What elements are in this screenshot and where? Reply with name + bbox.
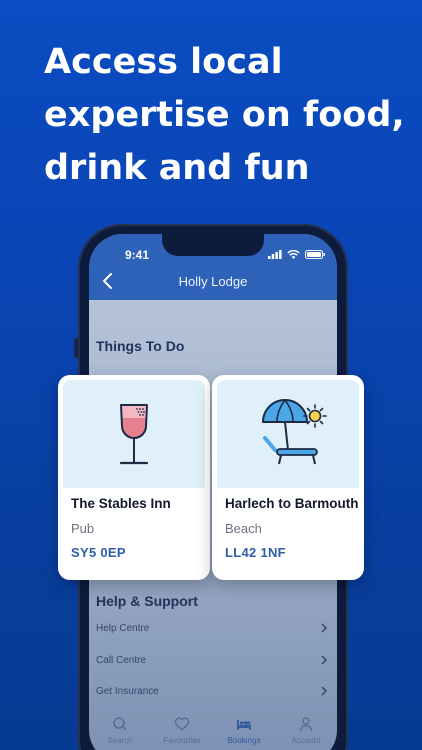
call-centre-label: Call Centre [96,654,147,666]
wifi-icon [287,250,300,259]
tab-bookings[interactable]: Bookings [214,716,274,750]
card-postcode: LL42 1NF [225,545,286,560]
chevron-right-icon [321,623,328,633]
phone-side-button [74,338,79,358]
place-card-stables-inn[interactable]: The Stables Inn Pub SY5 0EP [58,375,210,580]
card-title: The Stables Inn [71,496,171,511]
signal-icon [268,250,282,259]
card-type: Pub [71,521,95,536]
card-title: Harlech to Barmouth [225,496,359,511]
tab-favourites[interactable]: Favourites [152,716,212,750]
tab-bookings-label: Bookings [227,736,261,745]
app-header: 9:41 Holly Lodge [89,234,337,300]
help-support-title: Help & Support [96,593,198,609]
status-time: 9:41 [125,248,150,262]
help-centre-label: Help Centre [96,622,150,634]
tab-search[interactable]: Search [90,716,150,750]
headline: Access local expertise on food, drink an… [44,42,405,188]
app-title: Holly Lodge [178,274,248,289]
things-to-do-title: Things To Do [96,338,185,354]
battery-icon [305,250,325,259]
tab-account-label: Account [291,736,321,745]
card-postcode: SY5 0EP [71,545,126,560]
bed-icon [237,720,251,730]
heart-icon [174,717,190,731]
search-icon [113,717,127,731]
beach-umbrella-icon [262,399,327,465]
phone-notch [162,234,264,256]
place-card-harlech-barmouth[interactable]: Harlech to Barmouth Beach LL42 1NF [212,375,364,580]
chevron-right-icon [321,655,328,665]
card-image [217,380,359,488]
card-type: Beach [225,521,262,536]
get-insurance-item[interactable]: Get Insurance [96,679,328,703]
wine-glass-icon [119,404,149,465]
call-centre-item[interactable]: Call Centre [96,648,328,672]
tab-account[interactable]: Account [276,716,336,750]
status-icons [268,250,325,259]
tab-bar: Search Favourites Bookings Account [89,708,337,750]
chevron-right-icon [321,686,328,696]
tab-search-label: Search [107,736,133,745]
help-centre-item[interactable]: Help Centre [96,616,328,640]
card-image [63,380,205,488]
get-insurance-label: Get Insurance [96,685,159,697]
person-icon [299,717,313,732]
tab-favourites-label: Favourites [163,736,201,745]
